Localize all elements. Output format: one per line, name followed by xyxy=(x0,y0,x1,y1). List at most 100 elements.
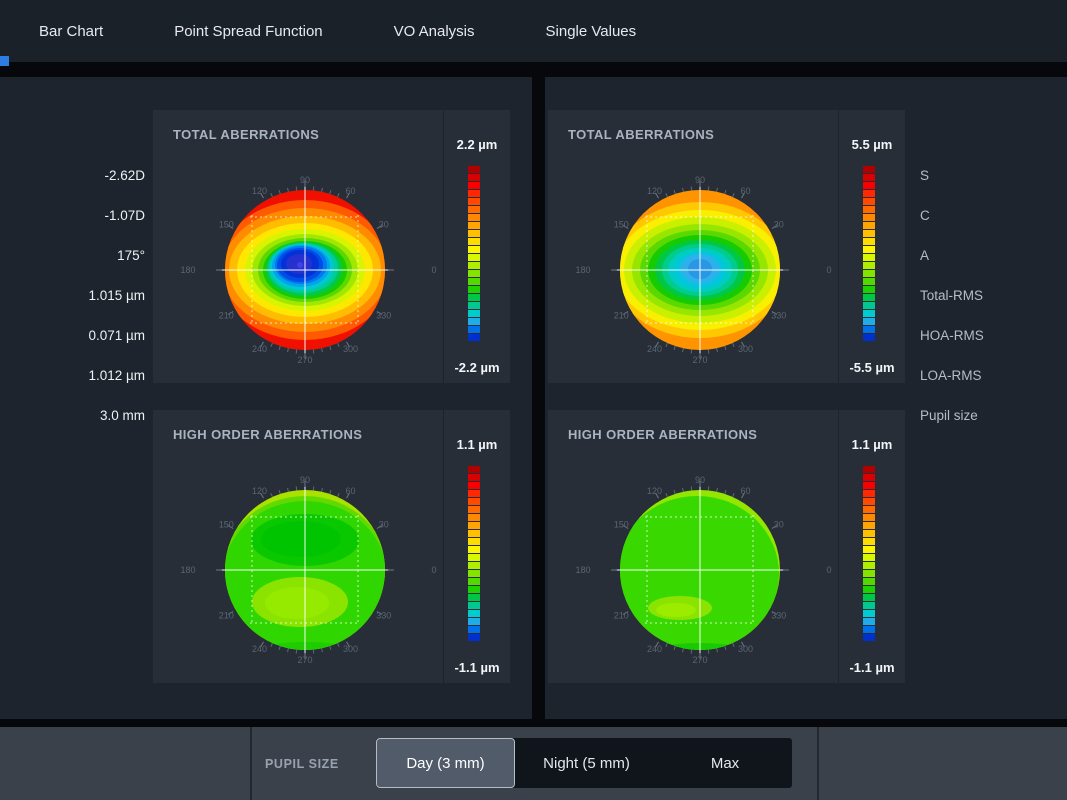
tab-single-values[interactable]: Single Values xyxy=(546,23,637,40)
readout-value-s: -2.62D xyxy=(0,167,145,185)
colorbar-segment xyxy=(863,466,875,473)
angle-label-30: 30 xyxy=(379,520,389,530)
angle-label-120: 120 xyxy=(647,186,662,196)
aberration-map: 0306090120150180210240270300330 xyxy=(548,110,838,383)
colorbar-segment xyxy=(863,530,875,537)
colorbar-zone: 1.1 µm-1.1 µm xyxy=(838,410,905,683)
panel-left-total: TOTAL ABERRATIONS03060901201501802102402… xyxy=(153,110,510,383)
colorbar-max-label: 1.1 µm xyxy=(839,437,905,452)
readout-label-pupil-size: Pupil size xyxy=(920,407,1065,425)
colorbar-segment xyxy=(863,302,875,309)
colorbar-segment xyxy=(863,270,875,277)
tab-bar-chart[interactable]: Bar Chart xyxy=(39,23,103,40)
colorbar-max-label: 5.5 µm xyxy=(839,137,905,152)
colorbar-segment xyxy=(468,490,480,497)
colorbar-segment xyxy=(863,522,875,529)
colorbar-segment xyxy=(468,278,480,285)
colorbar xyxy=(468,166,480,342)
angle-label-150: 150 xyxy=(614,520,629,530)
readout-value-loa-rms: 1.012 µm xyxy=(0,367,145,385)
colorbar-min-label: -2.2 µm xyxy=(444,360,510,375)
colorbar-segment xyxy=(863,182,875,189)
colorbar-segment xyxy=(468,482,480,489)
colorbar-segment xyxy=(863,190,875,197)
colorbar-segment xyxy=(468,602,480,609)
tab-vo-analysis[interactable]: VO Analysis xyxy=(394,23,475,40)
angle-label-180: 180 xyxy=(180,265,195,275)
colorbar-segment xyxy=(468,634,480,641)
angle-label-210: 210 xyxy=(614,611,629,621)
colorbar-segment xyxy=(863,230,875,237)
center-divider xyxy=(532,77,545,719)
panel-right-total: TOTAL ABERRATIONS03060901201501802102402… xyxy=(548,110,905,383)
colorbar-segment xyxy=(863,626,875,633)
colorbar-segment xyxy=(863,570,875,577)
angle-label-210: 210 xyxy=(219,611,234,621)
colorbar-segment xyxy=(468,562,480,569)
colorbar-segment xyxy=(863,318,875,325)
colorbar-segment xyxy=(863,294,875,301)
aberration-map: 0306090120150180210240270300330 xyxy=(153,410,443,683)
tab-point-spread-function[interactable]: Point Spread Function xyxy=(174,23,322,40)
angle-label-270: 270 xyxy=(692,655,707,665)
colorbar-segment xyxy=(863,238,875,245)
colorbar-segment xyxy=(468,302,480,309)
colorbar-segment xyxy=(468,570,480,577)
colorbar-segment xyxy=(468,206,480,213)
pupil-size-option-day-3-mm[interactable]: Day (3 mm) xyxy=(376,738,515,788)
angle-label-210: 210 xyxy=(219,311,234,321)
colorbar-segment xyxy=(863,174,875,181)
angle-label-300: 300 xyxy=(343,344,358,354)
colorbar-segment xyxy=(468,514,480,521)
colorbar-segment xyxy=(468,310,480,317)
angle-label-240: 240 xyxy=(647,344,662,354)
pupil-size-option-max[interactable]: Max xyxy=(658,738,792,788)
colorbar xyxy=(863,466,875,642)
colorbar-segment xyxy=(863,586,875,593)
colorbar-segment xyxy=(468,294,480,301)
angle-label-330: 330 xyxy=(376,611,391,621)
maps-content-area: -2.62D-1.07D175°1.015 µm0.071 µm1.012 µm… xyxy=(0,77,1067,719)
colorbar-segment xyxy=(863,618,875,625)
colorbar-segment xyxy=(468,538,480,545)
angle-label-300: 300 xyxy=(738,344,753,354)
pupil-size-option-night-5-mm[interactable]: Night (5 mm) xyxy=(515,738,658,788)
colorbar-segment xyxy=(468,522,480,529)
angle-label-300: 300 xyxy=(343,644,358,654)
angle-label-30: 30 xyxy=(774,520,784,530)
angle-label-120: 120 xyxy=(647,486,662,496)
readout-label-a: A xyxy=(920,247,1065,265)
colorbar-segment xyxy=(863,498,875,505)
colorbar-zone: 2.2 µm-2.2 µm xyxy=(443,110,510,383)
angle-label-60: 60 xyxy=(345,486,355,496)
colorbar-segment xyxy=(863,254,875,261)
angle-label-0: 0 xyxy=(826,265,831,275)
colorbar-segment xyxy=(468,594,480,601)
panel-right-hoa: HIGH ORDER ABERRATIONS030609012015018021… xyxy=(548,410,905,683)
aberration-map: 0306090120150180210240270300330 xyxy=(548,410,838,683)
colorbar-segment xyxy=(863,546,875,553)
angle-label-30: 30 xyxy=(774,220,784,230)
colorbar-segment xyxy=(863,474,875,481)
angle-label-180: 180 xyxy=(575,265,590,275)
colorbar-segment xyxy=(468,334,480,341)
angle-label-90: 90 xyxy=(695,175,705,185)
bottom-separator xyxy=(0,719,1067,727)
readout-label-total-rms: Total-RMS xyxy=(920,287,1065,305)
angle-label-150: 150 xyxy=(219,220,234,230)
colorbar-segment xyxy=(863,562,875,569)
colorbar-min-label: -5.5 µm xyxy=(839,360,905,375)
colorbar-segment xyxy=(468,238,480,245)
angle-label-0: 0 xyxy=(431,265,436,275)
colorbar-segment xyxy=(863,538,875,545)
footer-bar: PUPIL SIZE Day (3 mm)Night (5 mm)Max xyxy=(0,727,1067,800)
angle-label-150: 150 xyxy=(614,220,629,230)
angle-label-180: 180 xyxy=(180,565,195,575)
colorbar-max-label: 1.1 µm xyxy=(444,437,510,452)
angle-label-0: 0 xyxy=(431,565,436,575)
colorbar-segment xyxy=(468,174,480,181)
angle-label-300: 300 xyxy=(738,644,753,654)
angle-label-30: 30 xyxy=(379,220,389,230)
colorbar-zone: 1.1 µm-1.1 µm xyxy=(443,410,510,683)
angle-label-330: 330 xyxy=(771,311,786,321)
